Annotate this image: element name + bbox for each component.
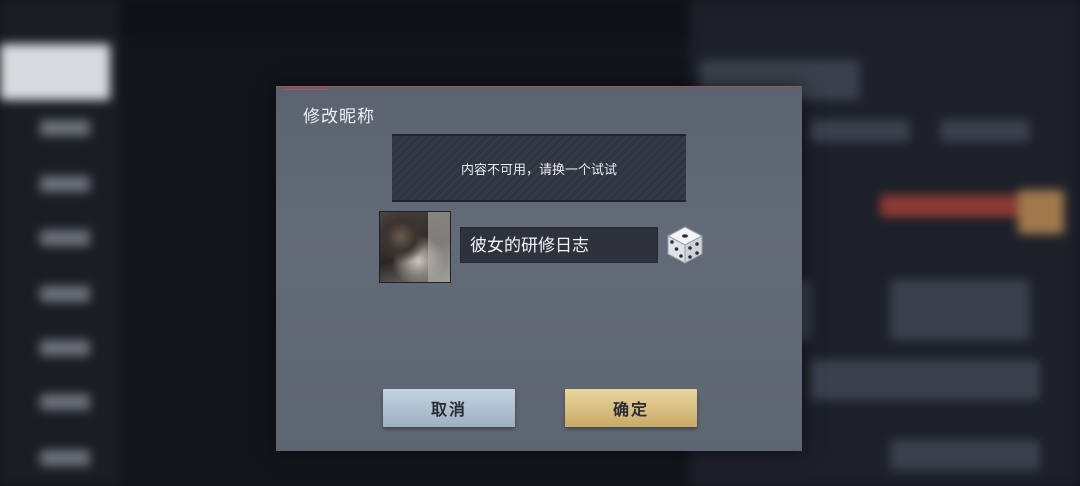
confirm-button-label: 确定 — [612, 400, 649, 419]
bg-sidebar-row — [40, 450, 90, 466]
error-notice-text: 内容不可用，请换一个试试 — [460, 162, 617, 178]
bg-block — [940, 120, 1030, 142]
bg-sidebar-selected — [0, 44, 110, 100]
bg-sidebar-row — [40, 230, 90, 246]
bg-sidebar-row — [40, 394, 90, 410]
nickname-input[interactable]: 彼女的研修日志 — [460, 227, 658, 263]
bg-red-bar — [880, 195, 1020, 217]
bg-block — [810, 360, 1040, 400]
bg-sidebar-row — [40, 286, 90, 302]
avatar-image — [379, 211, 451, 283]
bg-sidebar-row — [40, 176, 90, 192]
error-notice: 内容不可用，请换一个试试 — [392, 134, 686, 202]
change-nickname-dialog: 修改昵称 内容不可用，请换一个试试 彼女的研修日志 取消 确定 — [276, 86, 802, 451]
dialog-title: 修改昵称 — [303, 107, 375, 127]
confirm-button[interactable]: 确定 — [565, 389, 697, 427]
bg-sidebar-row — [40, 340, 90, 356]
bg-sidebar-row — [40, 120, 90, 136]
cancel-button-label: 取消 — [430, 400, 467, 419]
dice-icon[interactable] — [664, 224, 706, 266]
bg-block — [890, 280, 1030, 340]
cancel-button[interactable]: 取消 — [383, 389, 515, 427]
title-decoration — [284, 89, 328, 96]
bg-gold-item — [1018, 190, 1064, 234]
dice-icon-svg — [666, 226, 704, 264]
avatar-highlight — [428, 212, 450, 282]
bg-block — [810, 120, 910, 142]
bg-block — [890, 440, 1040, 470]
bg-sidebar — [0, 0, 120, 486]
